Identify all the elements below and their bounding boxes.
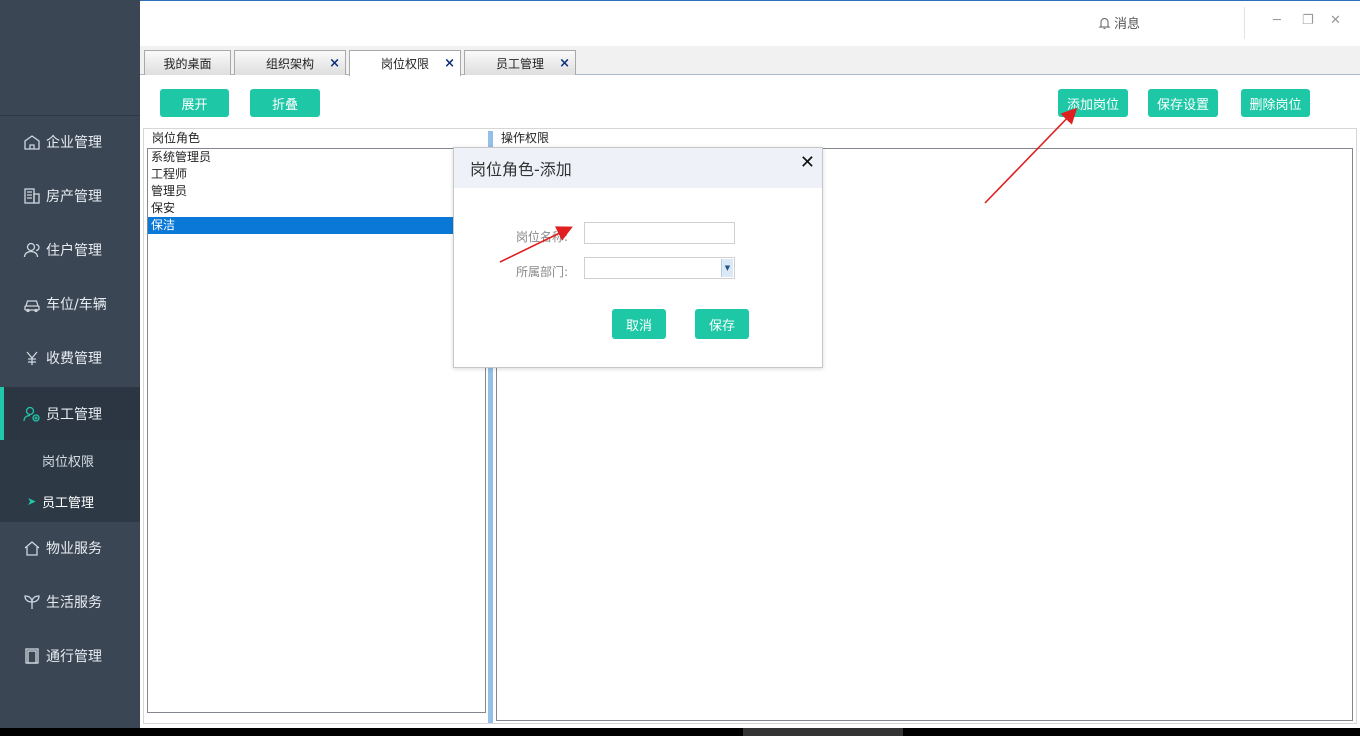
tab-label: 我的桌面 [163, 56, 212, 71]
expand-button[interactable]: 展开 [160, 89, 229, 117]
dialog-close-icon[interactable]: ✕ [800, 152, 815, 173]
collapse-button[interactable]: 折叠 [250, 89, 320, 117]
chevron-down-icon[interactable]: ▼ [721, 259, 733, 277]
dialog-title: 岗位角色-添加 [470, 160, 572, 179]
yuan-icon [22, 348, 42, 368]
close-icon[interactable]: ✕ [1330, 13, 1341, 28]
bell-icon [1098, 17, 1111, 29]
tab-close-icon[interactable]: × [329, 56, 340, 71]
sidebar-item-label: 物业服务 [46, 541, 102, 557]
taskbar-segment [743, 728, 903, 736]
staff-icon [22, 404, 42, 424]
department-label: 所属部门: [516, 265, 569, 279]
right-panel-title: 操作权限 [501, 131, 550, 145]
sidebar-item-label: 住户管理 [46, 243, 102, 259]
list-item[interactable]: 工程师 [148, 166, 485, 183]
tab-label: 员工管理 [495, 56, 544, 71]
home-icon [22, 538, 42, 558]
residents-icon [22, 240, 42, 260]
messages-label: 消息 [1114, 17, 1141, 32]
car-icon [22, 294, 42, 314]
sidebar-item-label: 生活服务 [46, 595, 102, 611]
sidebar-subitem-label: 员工管理 [42, 496, 95, 511]
sidebar-item-billing[interactable]: 收费管理 [0, 331, 140, 385]
arrow-right-icon: ➤ [27, 495, 37, 508]
tab-close-icon[interactable]: × [444, 56, 455, 71]
tab-position-permissions[interactable]: 岗位权限 × [349, 50, 461, 76]
building-icon [22, 132, 42, 152]
cancel-button[interactable]: 取消 [612, 309, 666, 339]
taskbar-strip [0, 728, 1360, 736]
tab-label: 岗位权限 [380, 57, 429, 71]
tab-my-desktop[interactable]: 我的桌面 [144, 50, 231, 75]
messages-link[interactable]: 消息 [1098, 13, 1140, 32]
delete-position-button[interactable]: 删除岗位 [1241, 89, 1310, 117]
add-position-button[interactable]: 添加岗位 [1058, 89, 1128, 117]
sidebar-item-property-service[interactable]: 物业服务 [0, 521, 140, 575]
door-icon [22, 646, 42, 666]
sidebar-subitem-staff-management[interactable]: ➤ 员工管理 [0, 481, 140, 522]
add-position-dialog: 岗位角色-添加 ✕ 岗位名称: 所属部门: ▼ 取消 保存 [453, 147, 823, 368]
sidebar-item-staff[interactable]: 员工管理 [0, 387, 140, 441]
divider [1244, 7, 1245, 39]
save-settings-button[interactable]: 保存设置 [1148, 89, 1218, 117]
sidebar-item-parking[interactable]: 车位/车辆 [0, 277, 140, 331]
sidebar-subitem-label: 岗位权限 [42, 455, 95, 470]
list-item-selected[interactable]: 保洁 [148, 217, 485, 234]
list-item[interactable]: 系统管理员 [148, 149, 485, 166]
sidebar-item-access[interactable]: 通行管理 [0, 629, 140, 683]
tab-bar: 我的桌面 组织架构 × 岗位权限 × 员工管理 × [140, 46, 1360, 76]
sidebar-item-property[interactable]: 房产管理 [0, 169, 140, 223]
save-button[interactable]: 保存 [695, 309, 749, 339]
property-icon [22, 186, 42, 206]
list-item[interactable]: 管理员 [148, 183, 485, 200]
tab-staff-management[interactable]: 员工管理 × [464, 50, 576, 75]
position-name-label: 岗位名称: [516, 230, 569, 244]
sidebar-item-label: 收费管理 [46, 351, 102, 367]
left-panel-title: 岗位角色 [152, 131, 201, 145]
tab-label: 组织架构 [265, 56, 314, 71]
sidebar-subitem-position-permissions[interactable]: 岗位权限 [0, 440, 140, 481]
sidebar-item-residents[interactable]: 住户管理 [0, 223, 140, 277]
sidebar-logo-area [0, 0, 140, 116]
sidebar-item-label: 车位/车辆 [46, 297, 107, 313]
sidebar: 企业管理 房产管理 住户管理 车位/车辆 收费管理 员工管理 岗位权限 ➤ 员工… [0, 0, 140, 736]
sidebar-item-enterprise[interactable]: 企业管理 [0, 115, 140, 169]
sidebar-item-label: 通行管理 [46, 649, 102, 665]
sidebar-item-label: 企业管理 [46, 135, 102, 151]
sidebar-item-life-service[interactable]: 生活服务 [0, 575, 140, 629]
tab-close-icon[interactable]: × [559, 56, 570, 71]
top-bar: 消息 ─ ❐ ✕ [140, 0, 1360, 46]
minimize-icon[interactable]: ─ [1273, 13, 1281, 28]
position-role-list: 系统管理员 工程师 管理员 保安 保洁 [147, 148, 486, 713]
department-select[interactable]: ▼ [584, 257, 735, 279]
sidebar-item-label: 房产管理 [46, 189, 102, 205]
position-name-input[interactable] [584, 222, 735, 244]
plant-icon [22, 592, 42, 612]
tab-org-structure[interactable]: 组织架构 × [234, 50, 346, 75]
restore-icon[interactable]: ❐ [1302, 13, 1314, 28]
list-item[interactable]: 保安 [148, 200, 485, 217]
dialog-header: 岗位角色-添加 [454, 148, 822, 188]
sidebar-item-label: 员工管理 [46, 407, 102, 423]
